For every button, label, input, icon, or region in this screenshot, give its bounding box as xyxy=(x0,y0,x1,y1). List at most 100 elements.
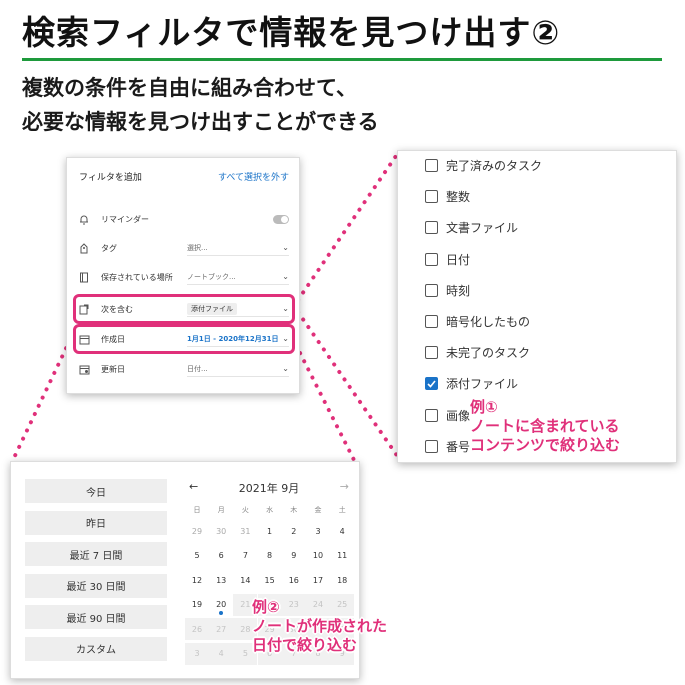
checkbox-item[interactable]: 添付ファイル xyxy=(425,375,518,392)
date-preset-button[interactable]: 最近 7 日間 xyxy=(25,542,167,566)
bell-icon xyxy=(77,212,91,226)
calendar-day-number: 4 xyxy=(339,526,345,536)
calendar-day-number: 8 xyxy=(267,551,273,560)
checkbox[interactable] xyxy=(425,221,438,235)
checkbox[interactable] xyxy=(425,252,438,266)
checkbox[interactable] xyxy=(425,439,438,453)
calendar-day[interactable]: 6 xyxy=(209,545,233,567)
checkbox-item[interactable]: 時刻 xyxy=(425,282,470,299)
weekday-label: 日 xyxy=(193,506,201,514)
checkbox-item[interactable]: 画像 xyxy=(425,407,470,424)
checkbox-item[interactable]: 整数 xyxy=(425,188,470,205)
calendar-day-number: 5 xyxy=(242,649,248,658)
calendar-day[interactable]: 3 xyxy=(306,520,330,542)
callout-1-line-2: コンテンツで絞り込む xyxy=(470,436,621,454)
calendar-day[interactable]: 4 xyxy=(330,520,354,542)
chevron-down-icon: ⌄ xyxy=(282,243,289,252)
calendar-day-number: 10 xyxy=(312,551,324,560)
calendar-day[interactable]: 17 xyxy=(306,569,330,591)
checkbox-label: 日付 xyxy=(446,252,471,267)
callout-1-heading: 例① xyxy=(470,398,498,416)
calendar-day: 26 xyxy=(185,618,209,640)
filter-row-reminder[interactable]: リマインダー xyxy=(77,208,289,230)
callout-example-2: 例② ノートが作成された 日付で絞り込む xyxy=(252,598,387,655)
checkbox-label: 時刻 xyxy=(446,283,471,298)
calendar-day[interactable]: 11 xyxy=(330,545,354,567)
calendar-day[interactable]: 31 xyxy=(233,520,257,542)
weekday-label: 火 xyxy=(241,506,249,514)
calendar-day[interactable]: 8 xyxy=(258,545,282,567)
calendar-day-number: 31 xyxy=(240,526,251,536)
callout-2-line-1: ノートが作成された xyxy=(252,617,388,635)
calendar-day[interactable]: 14 xyxy=(233,569,257,591)
calendar-day[interactable]: 29 xyxy=(185,520,209,542)
date-preset-button[interactable]: 最近 30 日間 xyxy=(25,573,167,598)
tag-select[interactable]: 選択... ⌄ xyxy=(187,240,289,256)
checkbox-label: 整数 xyxy=(446,190,471,205)
calendar-day[interactable]: 16 xyxy=(282,569,306,591)
calendar-day-number: 2 xyxy=(291,526,297,536)
calendar-day-number: 11 xyxy=(337,551,348,560)
checkbox-checked[interactable] xyxy=(425,377,438,391)
checkbox-item[interactable]: 文書ファイル xyxy=(425,219,518,236)
calendar-day-number: 27 xyxy=(216,624,227,634)
calendar-day[interactable]: 15 xyxy=(258,569,282,591)
month-label: 2021年 9月 xyxy=(238,482,300,495)
calendar-day[interactable]: 12 xyxy=(185,569,209,591)
calendar-day[interactable]: 13 xyxy=(209,569,233,591)
filter-row-label: タグ xyxy=(101,243,117,253)
checkbox-item[interactable]: 暗号化したもの xyxy=(425,313,530,330)
calendar-day-number: 19 xyxy=(191,600,203,609)
calendar-day[interactable]: 18 xyxy=(330,569,354,591)
checkbox[interactable] xyxy=(425,346,438,360)
calendar-header: ← 2021年 9月 → xyxy=(189,480,349,496)
calendar-day[interactable]: 7 xyxy=(233,545,257,567)
weekday-label: 金 xyxy=(314,506,322,514)
prev-month-arrow-icon[interactable]: ← xyxy=(189,480,198,496)
calendar-day-number: 17 xyxy=(312,575,324,585)
filter-row-updated[interactable]: 更新日 日付... ⌄ xyxy=(77,358,289,380)
checkbox[interactable] xyxy=(425,315,438,328)
notebook-icon xyxy=(77,270,91,284)
filter-row-location[interactable]: 保存されている場所 ノートブック... ⌄ xyxy=(77,266,289,288)
checkbox-item[interactable]: 番号 xyxy=(425,438,470,455)
calendar-day[interactable]: 5 xyxy=(185,545,209,567)
calendar-day-number: 12 xyxy=(191,575,203,585)
reminder-toggle[interactable] xyxy=(273,214,289,224)
date-preset-button[interactable]: 最近 90 日間 xyxy=(25,605,167,629)
checkbox-item[interactable]: 未完了のタスク xyxy=(425,344,530,361)
highlight-created xyxy=(73,324,295,354)
updated-date-select[interactable]: 日付... ⌄ xyxy=(187,361,289,377)
calendar-day[interactable]: 20 xyxy=(209,594,233,616)
calendar-day-number: 28 xyxy=(240,624,251,634)
next-month-arrow-icon[interactable]: → xyxy=(340,480,349,496)
date-preset-button[interactable]: 今日 xyxy=(25,479,167,503)
weekday-label: 木 xyxy=(290,506,298,514)
date-preset-button[interactable]: カスタム xyxy=(25,636,167,661)
checkbox[interactable] xyxy=(425,283,438,297)
calendar-day[interactable]: 19 xyxy=(185,594,209,616)
filter-panel-header: フィルタを追加 すべて選択を外す xyxy=(79,170,289,183)
calendar-day[interactable]: 9 xyxy=(282,545,306,567)
checkbox-item[interactable]: 日付 xyxy=(425,251,470,268)
checkbox-item[interactable]: 完了済みのタスク xyxy=(425,157,542,174)
add-filter-label: フィルタを追加 xyxy=(79,173,142,183)
checkbox[interactable] xyxy=(425,190,438,204)
calendar-day-number: 30 xyxy=(216,526,227,536)
calendar-day-number: 6 xyxy=(218,551,224,560)
chevron-down-icon: ⌄ xyxy=(282,272,289,281)
location-select[interactable]: ノートブック... ⌄ xyxy=(187,269,289,285)
filter-row-tag[interactable]: タグ 選択... ⌄ xyxy=(77,237,289,259)
calendar-day[interactable]: 30 xyxy=(209,520,233,542)
checkbox-label: 画像 xyxy=(446,408,471,423)
filter-row-label: 更新日 xyxy=(101,364,125,374)
calendar-day-number: 7 xyxy=(242,551,248,560)
calendar-day-number: 18 xyxy=(337,575,348,585)
calendar-day[interactable]: 1 xyxy=(258,520,282,542)
checkbox[interactable] xyxy=(425,408,438,422)
deselect-all-link[interactable]: すべて選択を外す xyxy=(218,170,289,183)
date-preset-button[interactable]: 昨日 xyxy=(25,510,167,535)
calendar-day[interactable]: 2 xyxy=(282,520,306,542)
calendar-day[interactable]: 10 xyxy=(306,545,330,567)
checkbox[interactable] xyxy=(425,159,438,172)
